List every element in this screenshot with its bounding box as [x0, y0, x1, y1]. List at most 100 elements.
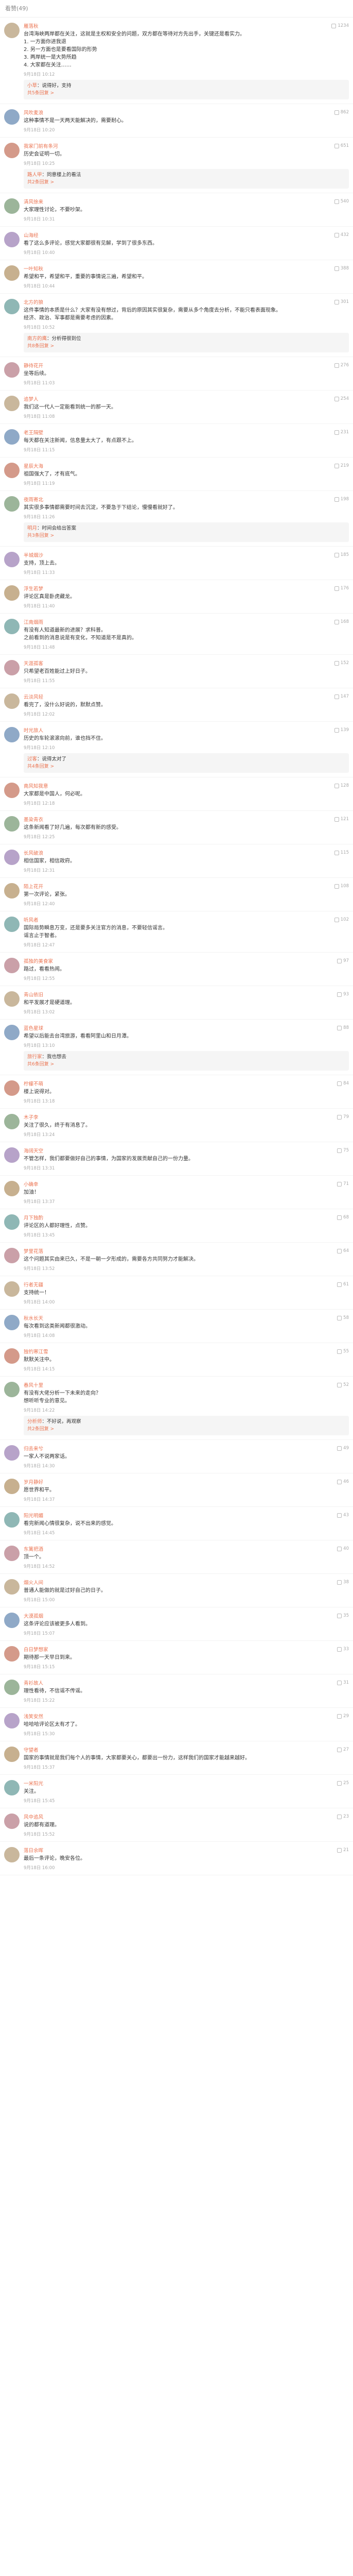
like-button[interactable]: 58 [337, 1315, 349, 1320]
reply-username[interactable]: 旅行家 [27, 1054, 42, 1060]
reply-preview[interactable]: 小草：说得好，支持 共5条回复 > [24, 80, 349, 99]
like-button[interactable]: 64 [337, 1248, 349, 1253]
like-button[interactable]: 121 [334, 817, 349, 822]
username-link[interactable]: 老王隔壁 [24, 429, 43, 436]
like-button[interactable]: 128 [334, 783, 349, 788]
like-button[interactable]: 71 [337, 1181, 349, 1187]
reply-preview[interactable]: 旅行家：我也想去 共6条回复 > [24, 1051, 349, 1071]
username-link[interactable]: 长风破浪 [24, 849, 43, 856]
avatar[interactable] [4, 917, 20, 932]
avatar[interactable] [4, 1814, 20, 1829]
reply-preview[interactable]: 明月：时间会给出答案 共3条回复 > [24, 522, 349, 542]
like-button[interactable]: 35 [337, 1613, 349, 1618]
avatar[interactable] [4, 496, 20, 512]
avatar[interactable] [4, 463, 20, 478]
avatar[interactable] [4, 1080, 20, 1096]
like-button[interactable]: 68 [337, 1215, 349, 1220]
username-link[interactable]: 夜雨寄北 [24, 496, 43, 503]
like-button[interactable]: 115 [334, 850, 349, 855]
username-link[interactable]: 云淡风轻 [24, 693, 43, 700]
username-link[interactable]: 烟火人间 [24, 1579, 43, 1586]
like-button[interactable]: 75 [337, 1148, 349, 1153]
more-replies-link[interactable]: 共2条回复 > [27, 180, 54, 185]
like-button[interactable]: 97 [337, 958, 349, 963]
username-link[interactable]: 春风十里 [24, 1381, 43, 1388]
like-button[interactable]: 108 [334, 884, 349, 889]
username-link[interactable]: 落日余晖 [24, 1846, 43, 1854]
avatar[interactable] [4, 883, 20, 899]
username-link[interactable]: 青衫故人 [24, 1679, 43, 1686]
like-button[interactable]: 21 [337, 1848, 349, 1853]
like-button[interactable]: 84 [337, 1081, 349, 1086]
username-link[interactable]: 江南烟雨 [24, 618, 43, 625]
avatar[interactable] [4, 23, 20, 38]
username-link[interactable]: 东篱把酒 [24, 1545, 43, 1552]
reply-username[interactable]: 南方的鹰 [27, 336, 47, 342]
avatar[interactable] [4, 1348, 20, 1364]
avatar[interactable] [4, 1382, 20, 1397]
like-button[interactable]: 102 [334, 917, 349, 922]
username-link[interactable]: 行者无疆 [24, 1281, 43, 1288]
username-link[interactable]: 雁落秋 [24, 22, 39, 29]
avatar[interactable] [4, 109, 20, 125]
avatar[interactable] [4, 265, 20, 281]
username-link[interactable]: 独钓寒江雪 [24, 1348, 48, 1355]
reply-username[interactable]: 过客 [27, 756, 37, 762]
avatar[interactable] [4, 1747, 20, 1762]
avatar[interactable] [4, 232, 20, 247]
avatar[interactable] [4, 1713, 20, 1728]
like-button[interactable]: 231 [334, 430, 349, 435]
username-link[interactable]: 半城烟沙 [24, 551, 43, 558]
like-button[interactable]: 176 [334, 586, 349, 591]
like-button[interactable]: 49 [337, 1446, 349, 1451]
username-link[interactable]: 一米阳光 [24, 1780, 43, 1787]
like-button[interactable]: 276 [334, 363, 349, 368]
reply-username[interactable]: 明月 [27, 526, 37, 531]
avatar[interactable] [4, 1181, 20, 1196]
username-link[interactable]: 风吹麦浪 [24, 109, 43, 116]
username-link[interactable]: 白日梦想家 [24, 1646, 48, 1653]
like-button[interactable]: 651 [334, 143, 349, 148]
avatar[interactable] [4, 1546, 20, 1561]
like-button[interactable]: 198 [334, 497, 349, 502]
like-button[interactable]: 152 [334, 660, 349, 666]
avatar[interactable] [4, 783, 20, 798]
like-button[interactable]: 79 [337, 1114, 349, 1120]
username-link[interactable]: 梦里花落 [24, 1247, 43, 1255]
username-link[interactable]: 阳光明媚 [24, 1512, 43, 1519]
reply-preview[interactable]: 分析师：不好说，再观察 共2条回复 > [24, 1416, 349, 1435]
username-link[interactable]: 陌上花开 [24, 883, 43, 890]
like-button[interactable]: 29 [337, 1714, 349, 1719]
username-link[interactable]: 静待花开 [24, 362, 43, 369]
avatar[interactable] [4, 585, 20, 601]
username-link[interactable]: 山海经 [24, 231, 39, 239]
like-button[interactable]: 219 [334, 463, 349, 468]
avatar[interactable] [4, 693, 20, 709]
avatar[interactable] [4, 1780, 20, 1795]
like-button[interactable]: 139 [334, 727, 349, 733]
like-button[interactable]: 55 [337, 1349, 349, 1354]
reply-preview[interactable]: 南方的鹰：分析得很到位 共8条回复 > [24, 333, 349, 352]
avatar[interactable] [4, 1315, 20, 1330]
like-button[interactable]: 40 [337, 1546, 349, 1551]
avatar[interactable] [4, 299, 20, 314]
more-replies-link[interactable]: 共4条回复 > [27, 764, 54, 769]
username-link[interactable]: 风中追风 [24, 1813, 43, 1820]
username-link[interactable]: 蓝色星球 [24, 1024, 43, 1031]
username-link[interactable]: 岁月静好 [24, 1478, 43, 1485]
reply-preview[interactable]: 路人甲：同意楼上的看法 共2条回复 > [24, 169, 349, 189]
username-link[interactable]: 浮生若梦 [24, 585, 43, 592]
avatar[interactable] [4, 1613, 20, 1628]
reply-username[interactable]: 路人甲 [27, 172, 42, 178]
like-button[interactable]: 147 [334, 694, 349, 699]
like-button[interactable]: 540 [334, 199, 349, 204]
username-link[interactable]: 柠檬不萌 [24, 1080, 43, 1087]
avatar[interactable] [4, 958, 20, 973]
avatar[interactable] [4, 727, 20, 742]
reply-preview[interactable]: 过客：说得太对了 共4条回复 > [24, 753, 349, 773]
username-link[interactable]: 南风知我意 [24, 782, 48, 789]
avatar[interactable] [4, 1847, 20, 1862]
avatar[interactable] [4, 552, 20, 567]
like-button[interactable]: 38 [337, 1580, 349, 1585]
avatar[interactable] [4, 1680, 20, 1695]
